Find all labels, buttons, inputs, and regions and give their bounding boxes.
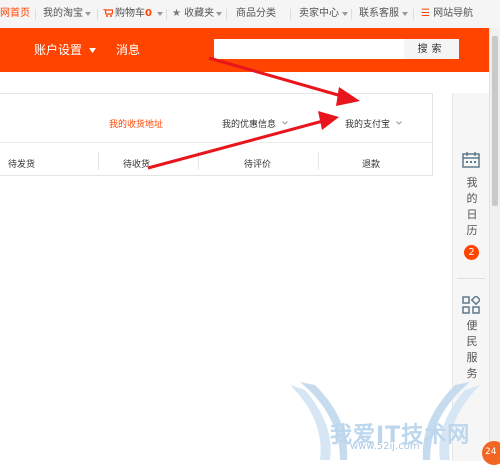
cart-icon bbox=[103, 9, 113, 17]
account-settings-label: 账户设置 bbox=[34, 43, 83, 57]
nav-my-taobao-chevron[interactable] bbox=[85, 0, 91, 28]
my-coupons-link[interactable]: 我的优惠信息 bbox=[222, 117, 288, 130]
nav-separator bbox=[351, 9, 352, 20]
services-label: 便 民 服 务 bbox=[466, 319, 478, 380]
column-separator bbox=[318, 152, 319, 170]
nav-seller-center-chevron[interactable] bbox=[342, 0, 348, 28]
nav-customer-service-link[interactable]: 联系客服 bbox=[359, 0, 399, 28]
nav-categories-link[interactable]: 商品分类 bbox=[236, 0, 276, 28]
shipping-address-link[interactable]: 我的收货地址 bbox=[109, 117, 163, 130]
page-scrollbar[interactable] bbox=[489, 28, 500, 461]
account-card: 我的收货地址 我的优惠信息 我的支付宝 待发货 待收货 待评价 退款 bbox=[0, 93, 433, 176]
nav-site-nav-label: 网站导航 bbox=[433, 8, 474, 19]
nav-separator bbox=[97, 9, 98, 20]
column-separator bbox=[198, 152, 199, 170]
site-top-nav: 网首页 我的淘宝 购物车0 ★ 收藏夹 商品分类 卖家中心 联系客服 ☰ 网站导… bbox=[0, 0, 500, 29]
tab-to-review[interactable]: 待评价 bbox=[244, 157, 271, 170]
nav-separator bbox=[413, 9, 414, 20]
nav-separator bbox=[290, 9, 291, 20]
chevron-down-icon bbox=[342, 12, 348, 16]
nav-separator bbox=[226, 9, 227, 20]
nav-separator bbox=[35, 9, 36, 20]
tab-refund[interactable]: 退款 bbox=[362, 157, 380, 170]
nav-cart-link[interactable]: 购物车0 bbox=[103, 0, 152, 28]
tab-to-ship[interactable]: 待发货 bbox=[8, 157, 35, 170]
card-divider bbox=[0, 142, 432, 143]
chevron-down-icon bbox=[216, 12, 222, 16]
menu-icon: ☰ bbox=[421, 8, 430, 19]
nav-home-link[interactable]: 网首页 bbox=[0, 0, 30, 28]
calendar-icon bbox=[462, 152, 480, 168]
nav-site-nav-link[interactable]: ☰ 网站导航 bbox=[421, 0, 473, 28]
sidebar-separator bbox=[457, 278, 485, 279]
nav-seller-center-link[interactable]: 卖家中心 bbox=[299, 0, 339, 28]
nav-favorites-chevron[interactable] bbox=[216, 0, 222, 28]
nav-customer-service-chevron[interactable] bbox=[402, 0, 408, 28]
chevron-down-icon bbox=[282, 121, 288, 125]
chevron-down-icon bbox=[402, 12, 408, 16]
column-separator bbox=[98, 152, 99, 170]
account-settings-menu[interactable]: 账户设置 bbox=[34, 28, 96, 72]
nav-cart-chevron[interactable] bbox=[157, 0, 163, 28]
corner-badge: 24 bbox=[482, 441, 500, 465]
messages-link[interactable]: 消息 bbox=[116, 28, 140, 72]
chevron-down-icon bbox=[396, 121, 402, 125]
search-button[interactable]: 搜索 bbox=[404, 39, 459, 59]
chevron-down-icon bbox=[157, 12, 163, 16]
my-coupons-label: 我的优惠信息 bbox=[222, 120, 277, 130]
star-icon: ★ bbox=[172, 8, 181, 19]
my-alipay-label: 我的支付宝 bbox=[345, 120, 391, 130]
scrollbar-thumb[interactable] bbox=[492, 36, 498, 206]
nav-separator bbox=[166, 9, 167, 20]
tab-to-receive[interactable]: 待收货 bbox=[123, 157, 150, 170]
watermark-url: www.52ij.com bbox=[350, 441, 420, 452]
apps-icon bbox=[462, 296, 480, 314]
cart-count: 0 bbox=[145, 8, 152, 19]
nav-cart-label: 购物车 bbox=[115, 8, 145, 19]
calendar-label: 我 的 日 历 bbox=[466, 176, 478, 237]
search-input[interactable] bbox=[214, 39, 404, 59]
calendar-badge: 2 bbox=[464, 245, 479, 260]
my-alipay-link[interactable]: 我的支付宝 bbox=[345, 117, 402, 130]
chevron-down-icon bbox=[88, 48, 96, 53]
nav-favorites-link[interactable]: ★ 收藏夹 bbox=[172, 0, 214, 28]
chevron-down-icon bbox=[85, 12, 91, 16]
nav-favorites-label: 收藏夹 bbox=[184, 8, 215, 19]
nav-my-taobao-link[interactable]: 我的淘宝 bbox=[43, 0, 83, 28]
